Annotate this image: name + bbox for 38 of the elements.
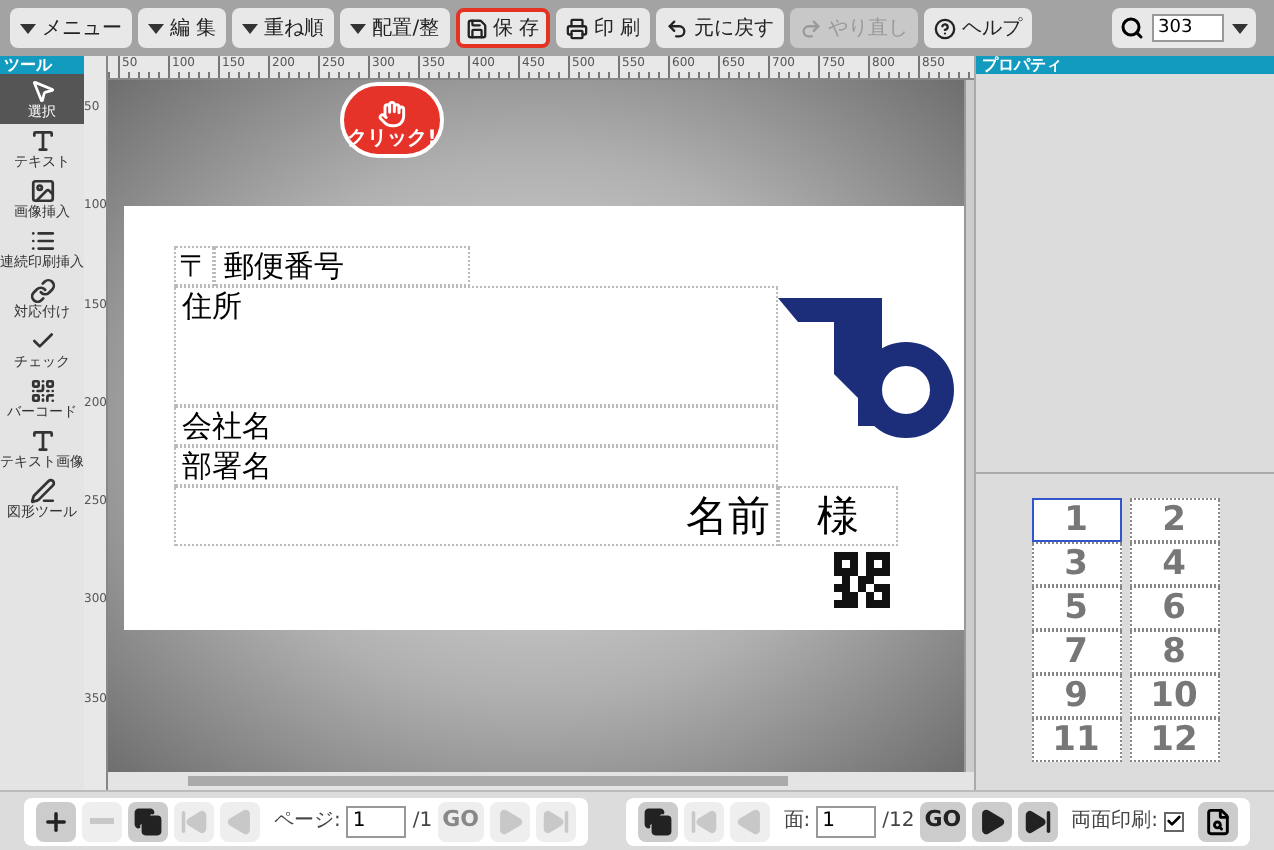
toolbar-button[interactable]: 元に戻す: [655, 8, 784, 48]
toolbar-button[interactable]: 重ね順: [232, 8, 335, 48]
department-field: 部署名: [174, 446, 778, 486]
go-button[interactable]: GO: [920, 801, 966, 841]
name-field: 名前: [174, 486, 778, 546]
nav-total: /1: [412, 808, 433, 836]
nav-total: /12: [882, 808, 915, 836]
label-slot[interactable]: 3: [1031, 542, 1121, 586]
label-slot[interactable]: 9: [1031, 674, 1121, 718]
label-slot[interactable]: 8: [1129, 630, 1219, 674]
panel-header: ツール: [0, 56, 84, 74]
nav-label: 面:: [783, 808, 811, 836]
toolbar-button[interactable]: 配置/整: [340, 8, 450, 48]
label-slot[interactable]: 10: [1129, 674, 1219, 718]
page-input[interactable]: 1: [346, 805, 407, 837]
label-slot[interactable]: 5: [1031, 586, 1121, 630]
duplex-label: 両面印刷:: [1071, 807, 1158, 836]
toolbar-button[interactable]: 保 存: [455, 8, 550, 48]
address-field: 住所: [174, 286, 778, 406]
label-slot[interactable]: 11: [1031, 718, 1121, 762]
nav-label: ページ:: [274, 808, 341, 836]
postal-code-field: 郵便番号: [214, 246, 470, 286]
honorific-field: 様: [778, 486, 898, 546]
toolbar-button[interactable]: メニュー: [10, 8, 132, 48]
label-slot[interactable]: 1: [1031, 498, 1121, 542]
toolbar-button[interactable]: 印 刷: [555, 8, 650, 48]
label-slot[interactable]: 6: [1129, 586, 1219, 630]
label-slot[interactable]: 2: [1129, 498, 1219, 542]
toolbar-button[interactable]: ヘルプ: [923, 8, 1032, 48]
page-input[interactable]: 1: [816, 805, 877, 837]
label-slot[interactable]: 4: [1129, 542, 1219, 586]
panel-header: プロパティ: [976, 56, 1274, 74]
label-slot[interactable]: 7: [1031, 630, 1121, 674]
postal-mark: 〒: [174, 246, 214, 286]
toolbar-button[interactable]: 編 集: [138, 8, 227, 48]
company-field: 会社名: [174, 406, 778, 446]
zoom-field[interactable]: 303: [1152, 14, 1224, 42]
label-slot[interactable]: 12: [1129, 718, 1219, 762]
